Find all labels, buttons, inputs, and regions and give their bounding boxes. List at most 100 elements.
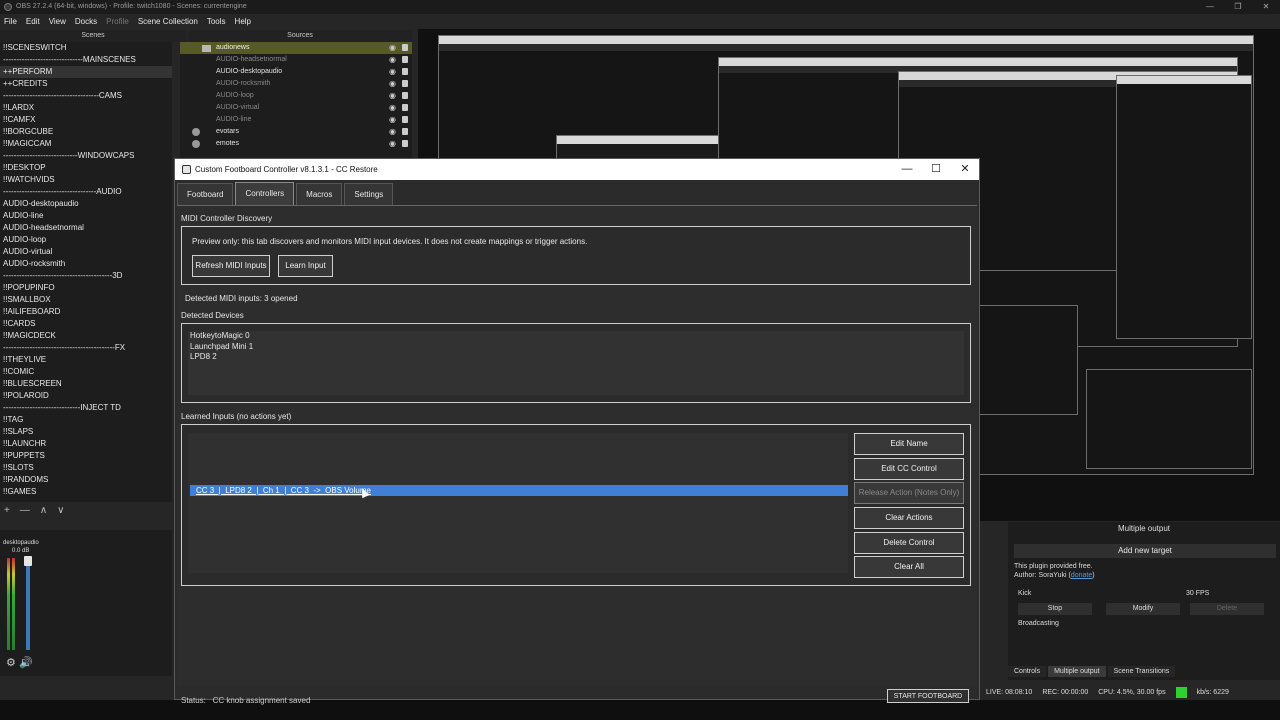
source-item[interactable]: AUDIO-headsetnormal ◉ <box>180 54 412 66</box>
eye-icon[interactable]: ◉ <box>389 78 396 90</box>
menu-view[interactable]: View <box>49 17 66 26</box>
menu-file[interactable]: File <box>4 17 17 26</box>
menu-edit[interactable]: Edit <box>26 17 40 26</box>
scene-item[interactable]: AUDIO-virtual <box>0 246 172 258</box>
lock-icon[interactable] <box>402 92 408 99</box>
start-footboard-button[interactable]: START FOOTBOARD <box>887 689 969 703</box>
close-icon[interactable]: ✕ <box>950 159 980 180</box>
menu-tools[interactable]: Tools <box>207 17 226 26</box>
remove-scene-icon[interactable]: — <box>20 505 30 516</box>
scene-item[interactable]: !!SCENESWITCH <box>0 42 172 54</box>
scene-item[interactable]: !!LARDX <box>0 102 172 114</box>
scene-item[interactable]: ++CREDITS <box>0 78 172 90</box>
scene-item[interactable]: !!GAMES <box>0 486 172 498</box>
learn-input-button[interactable]: Learn Input <box>278 255 333 277</box>
lock-icon[interactable] <box>402 68 408 75</box>
clear-actions-button[interactable]: Clear Actions <box>854 507 964 529</box>
lock-icon[interactable] <box>402 116 408 123</box>
source-item[interactable]: AUDIO-rocksmith ◉ <box>180 78 412 90</box>
volume-fader-knob[interactable] <box>24 556 32 566</box>
edit-cc-control-button[interactable]: Edit CC Control <box>854 458 964 480</box>
lock-icon[interactable] <box>402 80 408 87</box>
modify-button[interactable]: Modify <box>1106 603 1180 615</box>
donate-link[interactable]: donate <box>1071 572 1092 579</box>
minimize-icon[interactable]: — <box>1196 0 1224 14</box>
scene-item[interactable]: !!BLUESCREEN <box>0 378 172 390</box>
eye-icon[interactable]: ◉ <box>389 126 396 138</box>
menu-scene-collection[interactable]: Scene Collection <box>138 17 198 26</box>
source-item[interactable]: audionews ◉ <box>180 42 412 54</box>
source-item[interactable]: AUDIO-loop ◉ <box>180 90 412 102</box>
scene-item[interactable]: !!SLOTS <box>0 462 172 474</box>
scene-item[interactable]: !!LAUNCHR <box>0 438 172 450</box>
scene-item[interactable]: !!MAGICDECK <box>0 330 172 342</box>
scene-item[interactable]: !!CAMFX <box>0 114 172 126</box>
scene-item[interactable]: AUDIO-headsetnormal <box>0 222 172 234</box>
learned-inputs-list[interactable]: CC 3 | LPD8 2 | Ch 1 | CC 3 -> OBS Volum… <box>188 433 848 573</box>
scene-item[interactable]: ----------------------------WINDOWCAPS <box>0 150 172 162</box>
move-up-icon[interactable]: ∧ <box>40 505 47 516</box>
stop-button[interactable]: Stop <box>1018 603 1092 615</box>
scene-item[interactable]: !!DESKTOP <box>0 162 172 174</box>
scene-item[interactable]: AUDIO-line <box>0 210 172 222</box>
scene-item[interactable]: !!POPUPINFO <box>0 282 172 294</box>
device-item[interactable]: LPD8 2 <box>188 352 964 363</box>
tab-settings[interactable]: Settings <box>344 183 394 205</box>
refresh-midi-inputs-button[interactable]: Refresh MIDI Inputs <box>192 255 270 277</box>
speaker-icon[interactable]: 🔊 <box>19 657 33 669</box>
minimize-icon[interactable]: — <box>892 159 922 180</box>
scene-item[interactable]: !!CARDS <box>0 318 172 330</box>
scene-item[interactable]: ----------------------------------------… <box>0 270 172 282</box>
device-item[interactable]: HotkeytoMagic 0 <box>188 331 964 342</box>
volume-fader[interactable] <box>26 558 30 650</box>
close-icon[interactable]: ✕ <box>1252 0 1280 14</box>
eye-icon[interactable]: ◉ <box>389 66 396 78</box>
scene-item[interactable]: !!THEYLIVE <box>0 354 172 366</box>
scene-item[interactable]: !!POLAROID <box>0 390 172 402</box>
scene-item[interactable]: !!SLAPS <box>0 426 172 438</box>
source-item[interactable]: AUDIO-virtual ◉ <box>180 102 412 114</box>
tab-macros[interactable]: Macros <box>296 183 343 205</box>
tab-scene-transitions[interactable]: Scene Transitions <box>1107 666 1176 677</box>
scene-item[interactable]: -----------------------------INJECT TD <box>0 402 172 414</box>
move-down-icon[interactable]: ∨ <box>57 505 64 516</box>
menu-help[interactable]: Help <box>235 17 251 26</box>
scene-item[interactable]: !!PUPPETS <box>0 450 172 462</box>
add-scene-icon[interactable]: + <box>4 505 10 516</box>
menu-docks[interactable]: Docks <box>75 17 97 26</box>
lock-icon[interactable] <box>402 128 408 135</box>
device-item[interactable]: Launchpad Mini 1 <box>188 342 964 353</box>
eye-icon[interactable]: ◉ <box>389 102 396 114</box>
lock-icon[interactable] <box>402 140 408 147</box>
eye-icon[interactable]: ◉ <box>389 90 396 102</box>
lock-icon[interactable] <box>402 44 408 51</box>
devices-list[interactable]: HotkeytoMagic 0 Launchpad Mini 1 LPD8 2 <box>188 331 964 395</box>
eye-icon[interactable]: ◉ <box>389 114 396 126</box>
add-new-target-button[interactable]: Add new target <box>1014 544 1276 558</box>
scene-item[interactable]: ----------------------------------------… <box>0 342 172 354</box>
scene-item[interactable]: !!TAG <box>0 414 172 426</box>
scene-item[interactable]: AUDIO-rocksmith <box>0 258 172 270</box>
source-item[interactable]: evotars ◉ <box>180 126 412 138</box>
scene-item[interactable]: AUDIO-loop <box>0 234 172 246</box>
release-action-button[interactable]: Release Action (Notes Only) <box>854 482 964 504</box>
menu-profile[interactable]: Profile <box>106 17 129 26</box>
lock-icon[interactable] <box>402 56 408 63</box>
eye-icon[interactable]: ◉ <box>389 42 396 54</box>
clear-all-button[interactable]: Clear All <box>854 556 964 578</box>
source-item[interactable]: emotes ◉ <box>180 138 412 150</box>
delete-button[interactable]: Delete <box>1190 603 1264 615</box>
learned-input-row[interactable]: CC 3 | LPD8 2 | Ch 1 | CC 3 -> OBS Volum… <box>190 485 848 496</box>
lock-icon[interactable] <box>402 104 408 111</box>
gear-icon[interactable]: ⚙ <box>6 657 16 669</box>
scene-item[interactable]: !!WATCHVIDS <box>0 174 172 186</box>
tab-multiple-output[interactable]: Multiple output <box>1048 666 1106 677</box>
scene-item[interactable]: -----------------------------------AUDIO <box>0 186 172 198</box>
scene-item[interactable]: ++PERFORM <box>0 66 172 78</box>
scene-item[interactable]: ------------------------------MAINSCENES <box>0 54 172 66</box>
scene-item[interactable]: ------------------------------------CAMS <box>0 90 172 102</box>
source-item[interactable]: AUDIO-line ◉ <box>180 114 412 126</box>
eye-icon[interactable]: ◉ <box>389 54 396 66</box>
scene-item[interactable]: !!SMALLBOX <box>0 294 172 306</box>
scene-item[interactable]: !!BORGCUBE <box>0 126 172 138</box>
